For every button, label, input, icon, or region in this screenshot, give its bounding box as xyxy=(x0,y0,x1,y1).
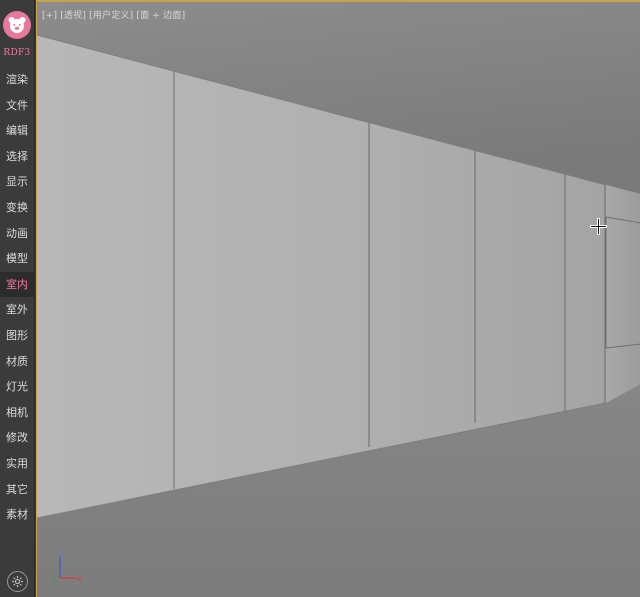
sidebar-item-material[interactable]: 材质 xyxy=(0,349,34,375)
tool-sidebar: RDF3 渲染 文件 编辑 选择 显示 变换 动画 模型 室内 室外 图形 材质 灯光 相机 修改 实用 其它素… xyxy=(0,0,35,597)
axis-x-label: x xyxy=(77,574,82,583)
sidebar-item-edit[interactable]: 编辑 xyxy=(0,118,34,144)
sidebar-item-assets[interactable]: 素材 xyxy=(0,502,34,528)
sidebar-item-model[interactable]: 模型 xyxy=(0,246,34,272)
sidebar-item-lights[interactable]: 灯光 xyxy=(0,374,34,400)
sidebar-item-camera[interactable]: 相机 xyxy=(0,400,34,426)
brand-label: RDF3 xyxy=(3,48,31,58)
axis-gizmo-icon: z y x xyxy=(52,551,82,583)
sidebar-item-select[interactable]: 选择 xyxy=(0,144,34,170)
axis-z-label: z xyxy=(58,551,62,559)
perspective-viewport[interactable]: [+] [透视] [用户定义] [面 + 边面] z y x xyxy=(36,0,640,597)
sidebar-item-interior[interactable]: 室内 xyxy=(0,271,34,298)
sidebar-item-other[interactable]: 其它 xyxy=(0,477,34,503)
sidebar-item-transform[interactable]: 变换 xyxy=(0,195,34,221)
sidebar-menu: 渲染 文件 编辑 选择 显示 变换 动画 模型 室内 室外 图形 材质 灯光 相机 修改 实用 其它 素材 xyxy=(0,67,34,528)
sidebar-item-shapes[interactable]: 图形 xyxy=(0,323,34,349)
bear-face-icon[interactable] xyxy=(3,11,31,39)
sidebar-item-utilities[interactable]: 实用 xyxy=(0,451,34,477)
move-crosshair-icon xyxy=(590,218,607,235)
axis-y-label: y xyxy=(52,574,57,583)
viewport-scene xyxy=(37,2,640,597)
gear-icon[interactable] xyxy=(7,571,28,592)
viewport-label[interactable]: [+] [透视] [用户定义] [面 + 边面] xyxy=(42,8,185,21)
sidebar-item-modify[interactable]: 修改 xyxy=(0,425,34,451)
sidebar-item-animation[interactable]: 动画 xyxy=(0,221,34,247)
sidebar-item-display[interactable]: 显示 xyxy=(0,169,34,195)
sidebar-item-exterior[interactable]: 室外 xyxy=(0,297,34,323)
sidebar-item-file[interactable]: 文件 xyxy=(0,93,34,119)
sidebar-item-render[interactable]: 渲染 xyxy=(0,67,34,93)
